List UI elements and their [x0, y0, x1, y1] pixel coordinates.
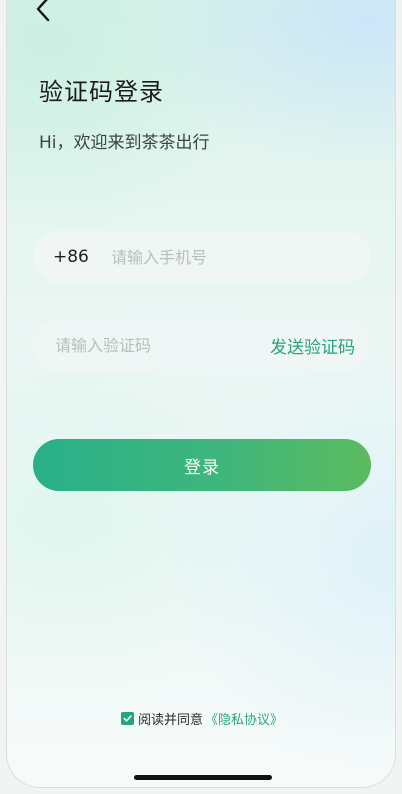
login-button[interactable]: 登录 — [33, 439, 371, 491]
phone-input[interactable] — [109, 231, 371, 283]
send-code-button[interactable]: 发送验证码 — [270, 333, 355, 358]
phone-field: +86 — [33, 231, 371, 283]
agreement-row: 阅读并同意 《隐私协议》 — [7, 709, 395, 728]
country-code[interactable]: +86 — [53, 247, 109, 267]
back-button[interactable] — [29, 0, 59, 24]
page-title: 验证码登录 — [39, 78, 164, 106]
check-icon — [123, 715, 132, 722]
home-indicator — [134, 775, 272, 780]
login-screen: 验证码登录 Hi，欢迎来到茶茶出行 +86 发送验证码 登录 阅读并同意 《隐私… — [6, 0, 396, 788]
agreement-checkbox[interactable] — [120, 712, 134, 725]
chevron-left-icon — [36, 0, 50, 22]
agreement-text: 阅读并同意 — [137, 713, 203, 728]
code-field: 发送验证码 — [33, 319, 371, 371]
welcome-subtitle: Hi，欢迎来到茶茶出行 — [39, 133, 210, 153]
verification-code-input[interactable] — [53, 319, 270, 371]
privacy-policy-link[interactable]: 《隐私协议》 — [205, 709, 283, 728]
